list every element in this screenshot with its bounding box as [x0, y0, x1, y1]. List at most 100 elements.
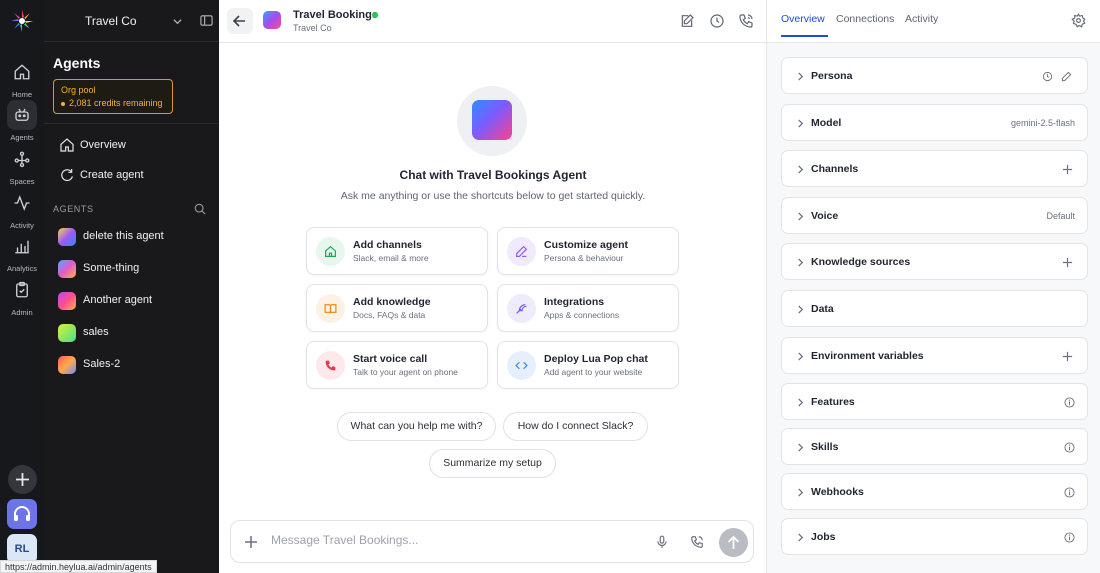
- plus-icon[interactable]: [1062, 351, 1073, 362]
- section-model[interactable]: Model gemini-2.5-flash: [781, 104, 1088, 141]
- section-channels[interactable]: Channels: [781, 150, 1088, 187]
- page-heading: Agents: [53, 55, 101, 71]
- shortcut-customize-agent[interactable]: Customize agent Persona & behaviour: [497, 227, 679, 275]
- info-icon[interactable]: [1064, 532, 1075, 543]
- suggestion-chip[interactable]: Summarize my setup: [429, 449, 556, 478]
- rail-analytics[interactable]: Analytics: [0, 231, 44, 273]
- shortcut-add-knowledge[interactable]: Add knowledge Docs, FAQs & data: [306, 284, 488, 332]
- chevron-right-icon: [798, 533, 804, 542]
- section-environment-variables[interactable]: Environment variables: [781, 337, 1088, 374]
- shortcut-integrations[interactable]: Integrations Apps & connections: [497, 284, 679, 332]
- chat-area: Travel Bookings Travel Co Chat with Trav…: [219, 0, 767, 573]
- section-title: Data: [811, 303, 834, 315]
- plus-icon[interactable]: [1062, 164, 1073, 175]
- book-icon: [316, 294, 345, 323]
- section-persona[interactable]: Persona: [781, 57, 1088, 94]
- suggestion-chip[interactable]: How do I connect Slack?: [503, 412, 648, 441]
- support-button[interactable]: [7, 499, 37, 529]
- agent-name: Sales-2: [83, 358, 121, 370]
- nav-label: Create agent: [80, 169, 144, 181]
- phone-call-icon[interactable]: [690, 535, 704, 549]
- message-composer: [230, 520, 754, 563]
- search-icon[interactable]: [194, 203, 206, 215]
- analytics-icon: [7, 231, 37, 261]
- send-button[interactable]: [719, 528, 748, 557]
- microphone-icon[interactable]: [655, 535, 669, 549]
- agent-name: delete this agent: [83, 230, 164, 242]
- chevron-right-icon: [798, 165, 804, 174]
- edit-icon[interactable]: [679, 13, 695, 29]
- chevron-right-icon: [798, 398, 804, 407]
- chevron-right-icon: [798, 212, 804, 221]
- agent-list-item[interactable]: sales: [58, 323, 208, 343]
- section-voice[interactable]: Voice Default: [781, 197, 1088, 234]
- rail-home[interactable]: Home: [0, 57, 44, 99]
- info-icon[interactable]: [1064, 487, 1075, 498]
- card-title: Add channels: [353, 239, 422, 251]
- shortcut-add-channels[interactable]: Add channels Slack, email & more: [306, 227, 488, 275]
- org-switcher[interactable]: Travel Co: [44, 0, 219, 42]
- rail-label: Analytics: [6, 264, 37, 273]
- agent-name: Some-thing: [83, 262, 140, 274]
- history-icon[interactable]: [1042, 71, 1053, 82]
- activity-icon: [7, 188, 37, 218]
- gear-icon[interactable]: [1071, 13, 1086, 28]
- tab-overview[interactable]: Overview: [781, 13, 825, 25]
- app-logo-icon[interactable]: [10, 9, 34, 33]
- panel-tabs: Overview Connections Activity: [767, 0, 1100, 43]
- online-status-dot: [372, 12, 378, 18]
- sidebar-toggle-icon[interactable]: [200, 14, 213, 27]
- add-button[interactable]: [8, 465, 37, 494]
- agent-avatar: [58, 292, 76, 310]
- agent-list-item[interactable]: Sales-2: [58, 355, 208, 375]
- rail-label: Activity: [10, 221, 34, 230]
- history-icon[interactable]: [709, 13, 725, 29]
- back-button[interactable]: [227, 8, 253, 34]
- tab-connections[interactable]: Connections: [836, 13, 894, 25]
- shortcut-deploy-lua-pop-chat[interactable]: Deploy Lua Pop chat Add agent to your we…: [497, 341, 679, 389]
- phone-icon: [316, 351, 345, 380]
- section-title: Jobs: [811, 531, 836, 543]
- info-icon[interactable]: [1064, 397, 1075, 408]
- section-title: Features: [811, 396, 855, 408]
- agent-list-item[interactable]: delete this agent: [58, 227, 208, 247]
- section-knowledge-sources[interactable]: Knowledge sources: [781, 243, 1088, 280]
- home-icon: [7, 57, 37, 87]
- tab-activity[interactable]: Activity: [905, 13, 938, 25]
- agent-list-item[interactable]: Another agent: [58, 291, 208, 311]
- plus-icon[interactable]: [244, 535, 258, 549]
- suggestion-chip[interactable]: What can you help me with?: [337, 412, 496, 441]
- pool-credits: 2,081 credits remaining: [61, 98, 163, 108]
- section-title: Persona: [811, 70, 853, 82]
- plug-icon: [507, 294, 536, 323]
- card-title: Deploy Lua Pop chat: [544, 353, 648, 365]
- arrow-left-icon: [232, 15, 245, 27]
- rail-activity[interactable]: Activity: [0, 188, 44, 230]
- active-tab-indicator: [781, 35, 828, 37]
- info-icon[interactable]: [1064, 442, 1075, 453]
- section-webhooks[interactable]: Webhooks: [781, 473, 1088, 510]
- agent-logo: [472, 100, 512, 140]
- status-url: https://admin.heylua.ai/admin/agents: [0, 560, 157, 573]
- headset-icon: [14, 506, 30, 521]
- edit-icon[interactable]: [1061, 71, 1072, 82]
- bot-icon: [7, 100, 37, 130]
- shortcut-start-voice-call[interactable]: Start voice call Talk to your agent on p…: [306, 341, 488, 389]
- rail-spaces[interactable]: Spaces: [0, 144, 44, 186]
- agent-list-item[interactable]: Some-thing: [58, 259, 208, 279]
- agent-avatar: [58, 228, 76, 246]
- message-input[interactable]: [271, 533, 631, 547]
- rail-admin[interactable]: Admin: [0, 275, 44, 317]
- section-value: Default: [1046, 211, 1075, 221]
- plus-icon[interactable]: [1062, 257, 1073, 268]
- rail-label: Agents: [10, 133, 34, 142]
- agent-config-panel: Overview Connections Activity Persona Mod…: [767, 0, 1100, 573]
- section-skills[interactable]: Skills: [781, 428, 1088, 465]
- card-subtitle: Add agent to your website: [544, 367, 643, 377]
- rail-agents[interactable]: Agents: [0, 100, 44, 142]
- section-features[interactable]: Features: [781, 383, 1088, 420]
- section-data[interactable]: Data: [781, 290, 1088, 327]
- section-jobs[interactable]: Jobs: [781, 518, 1088, 555]
- section-title: Knowledge sources: [811, 256, 911, 268]
- phone-call-icon[interactable]: [738, 13, 754, 29]
